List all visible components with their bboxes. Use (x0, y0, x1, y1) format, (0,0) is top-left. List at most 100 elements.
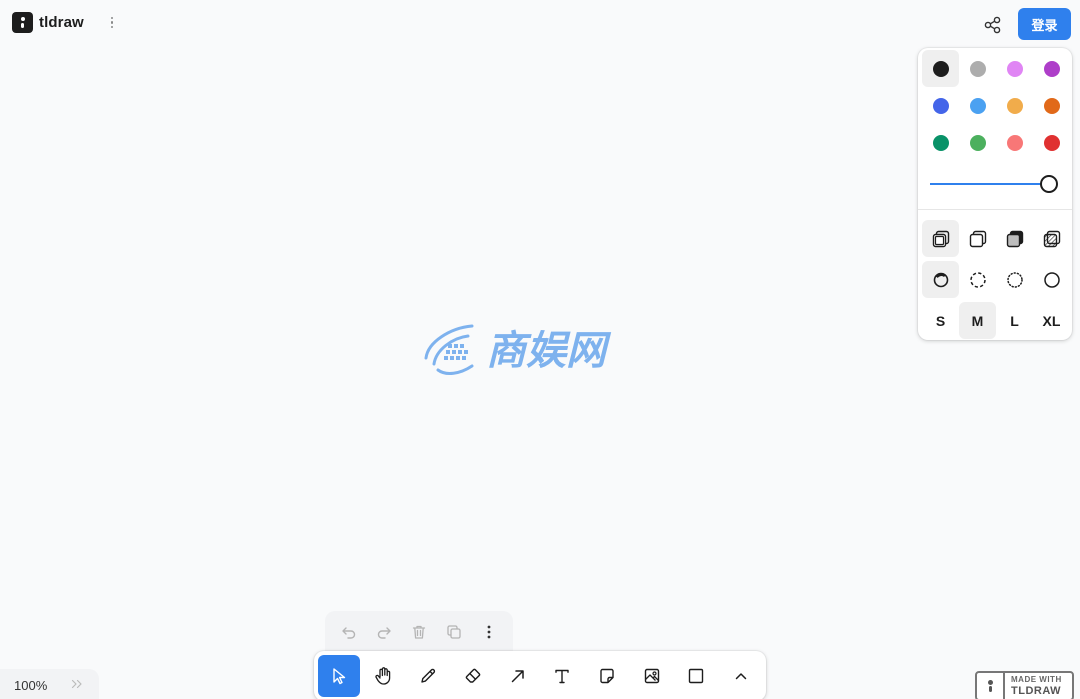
main-menu-button[interactable] (106, 13, 118, 33)
size-s-button[interactable]: S (922, 302, 959, 339)
tool-select[interactable] (318, 655, 360, 697)
color-dot-icon (932, 97, 949, 114)
opacity-slider-track (930, 183, 1042, 185)
dash-dashed-icon (969, 271, 986, 288)
fill-pattern-button[interactable] (1033, 220, 1070, 257)
size-l-button[interactable]: L (996, 302, 1033, 339)
color-swatch-blue[interactable] (922, 87, 959, 124)
zoom-level[interactable]: 100% (14, 678, 47, 693)
tool-text[interactable] (542, 655, 584, 697)
size-s-label: S (935, 312, 946, 329)
color-swatch-violet[interactable] (1033, 50, 1070, 87)
trash-icon (412, 625, 426, 639)
fill-semi-button[interactable] (959, 220, 996, 257)
delete-button[interactable] (405, 618, 433, 646)
size-m-button[interactable]: M (959, 302, 996, 339)
style-panel: S M L XL (918, 48, 1072, 340)
made-with-tldraw-badge[interactable]: MADE WITH TLDRAW (975, 671, 1074, 699)
dash-dotted-icon (1006, 271, 1023, 288)
badge-line-1: MADE WITH (1011, 674, 1062, 684)
tool-note[interactable] (586, 655, 628, 697)
color-dot-icon (1006, 60, 1023, 77)
hand-icon (374, 667, 390, 685)
more-icon (487, 625, 491, 639)
color-swatch-green[interactable] (922, 124, 959, 161)
color-swatch-light-green[interactable] (959, 124, 996, 161)
expand-navigation-button[interactable] (71, 676, 83, 694)
eraser-icon (465, 668, 481, 683)
color-swatch-light-blue[interactable] (959, 87, 996, 124)
share-button[interactable] (982, 14, 1004, 36)
zoom-control: 100% (0, 669, 99, 699)
rectangle-icon (689, 668, 704, 684)
fill-semi-icon (969, 230, 986, 247)
opacity-slider[interactable] (930, 174, 1060, 194)
style-options-grid: S M L XL (922, 219, 1070, 342)
color-swatch-grid (922, 50, 1070, 161)
color-dot-icon (1006, 134, 1023, 151)
login-button[interactable]: 登录 (1018, 8, 1071, 40)
color-dot-icon (969, 134, 986, 151)
more-tools-button[interactable] (720, 655, 762, 697)
chevron-up-icon (735, 673, 747, 680)
note-icon (600, 668, 614, 684)
redo-button[interactable] (370, 618, 398, 646)
dash-dashed-button[interactable] (959, 261, 996, 298)
tool-hand[interactable] (363, 655, 405, 697)
tool-image[interactable] (631, 655, 673, 697)
tool-eraser[interactable] (452, 655, 494, 697)
dash-draw-button[interactable] (922, 261, 959, 298)
tool-arrow[interactable] (497, 655, 539, 697)
fill-pattern-icon (1043, 230, 1060, 247)
color-swatch-red[interactable] (1033, 124, 1070, 161)
dash-dotted-button[interactable] (996, 261, 1033, 298)
color-swatch-black[interactable] (922, 50, 959, 87)
fill-none-button[interactable] (922, 220, 959, 257)
color-swatch-orange[interactable] (1033, 87, 1070, 124)
color-dot-icon (1043, 60, 1060, 77)
color-dot-icon (932, 60, 949, 77)
dash-solid-button[interactable] (1033, 261, 1070, 298)
color-swatch-grey[interactable] (959, 50, 996, 87)
size-xl-label: XL (1042, 312, 1061, 329)
badge-line-2: TLDRAW (1011, 684, 1062, 697)
duplicate-icon (447, 625, 461, 639)
fill-solid-icon (1006, 230, 1023, 247)
tool-rectangle[interactable] (676, 655, 718, 697)
tool-draw[interactable] (407, 655, 449, 697)
select-icon (333, 668, 346, 685)
share-icon (984, 16, 1001, 34)
app-header: tldraw (12, 12, 118, 33)
color-swatch-light-violet[interactable] (996, 50, 1033, 87)
fill-none-icon (932, 230, 949, 247)
opacity-slider-thumb[interactable] (1040, 175, 1058, 193)
size-l-label: L (1010, 312, 1019, 329)
duplicate-button[interactable] (440, 618, 468, 646)
tools-toolbar (314, 651, 766, 699)
color-dot-icon (1043, 97, 1060, 114)
color-dot-icon (1006, 97, 1023, 114)
redo-icon (377, 627, 391, 639)
color-dot-icon (1043, 134, 1060, 151)
undo-button[interactable] (335, 618, 363, 646)
quick-actions-bar (325, 611, 513, 653)
panel-divider (918, 209, 1072, 210)
image-icon (644, 668, 659, 684)
color-swatch-light-red[interactable] (996, 124, 1033, 161)
size-m-label: M (971, 312, 984, 329)
color-dot-icon (969, 97, 986, 114)
color-swatch-yellow[interactable] (996, 87, 1033, 124)
tldraw-badge-logo-icon (977, 673, 1005, 699)
text-icon (555, 669, 570, 684)
pencil-icon (421, 668, 436, 683)
color-dot-icon (932, 134, 949, 151)
size-xl-button[interactable]: XL (1033, 302, 1070, 339)
dash-draw-icon (933, 272, 948, 287)
fill-solid-button[interactable] (996, 220, 1033, 257)
dash-solid-icon (1043, 271, 1060, 288)
arrow-icon (511, 670, 524, 683)
undo-icon (341, 627, 355, 639)
more-actions-button[interactable] (475, 618, 503, 646)
watermark-text: 商娱网 (486, 328, 612, 374)
color-dot-icon (969, 60, 986, 77)
